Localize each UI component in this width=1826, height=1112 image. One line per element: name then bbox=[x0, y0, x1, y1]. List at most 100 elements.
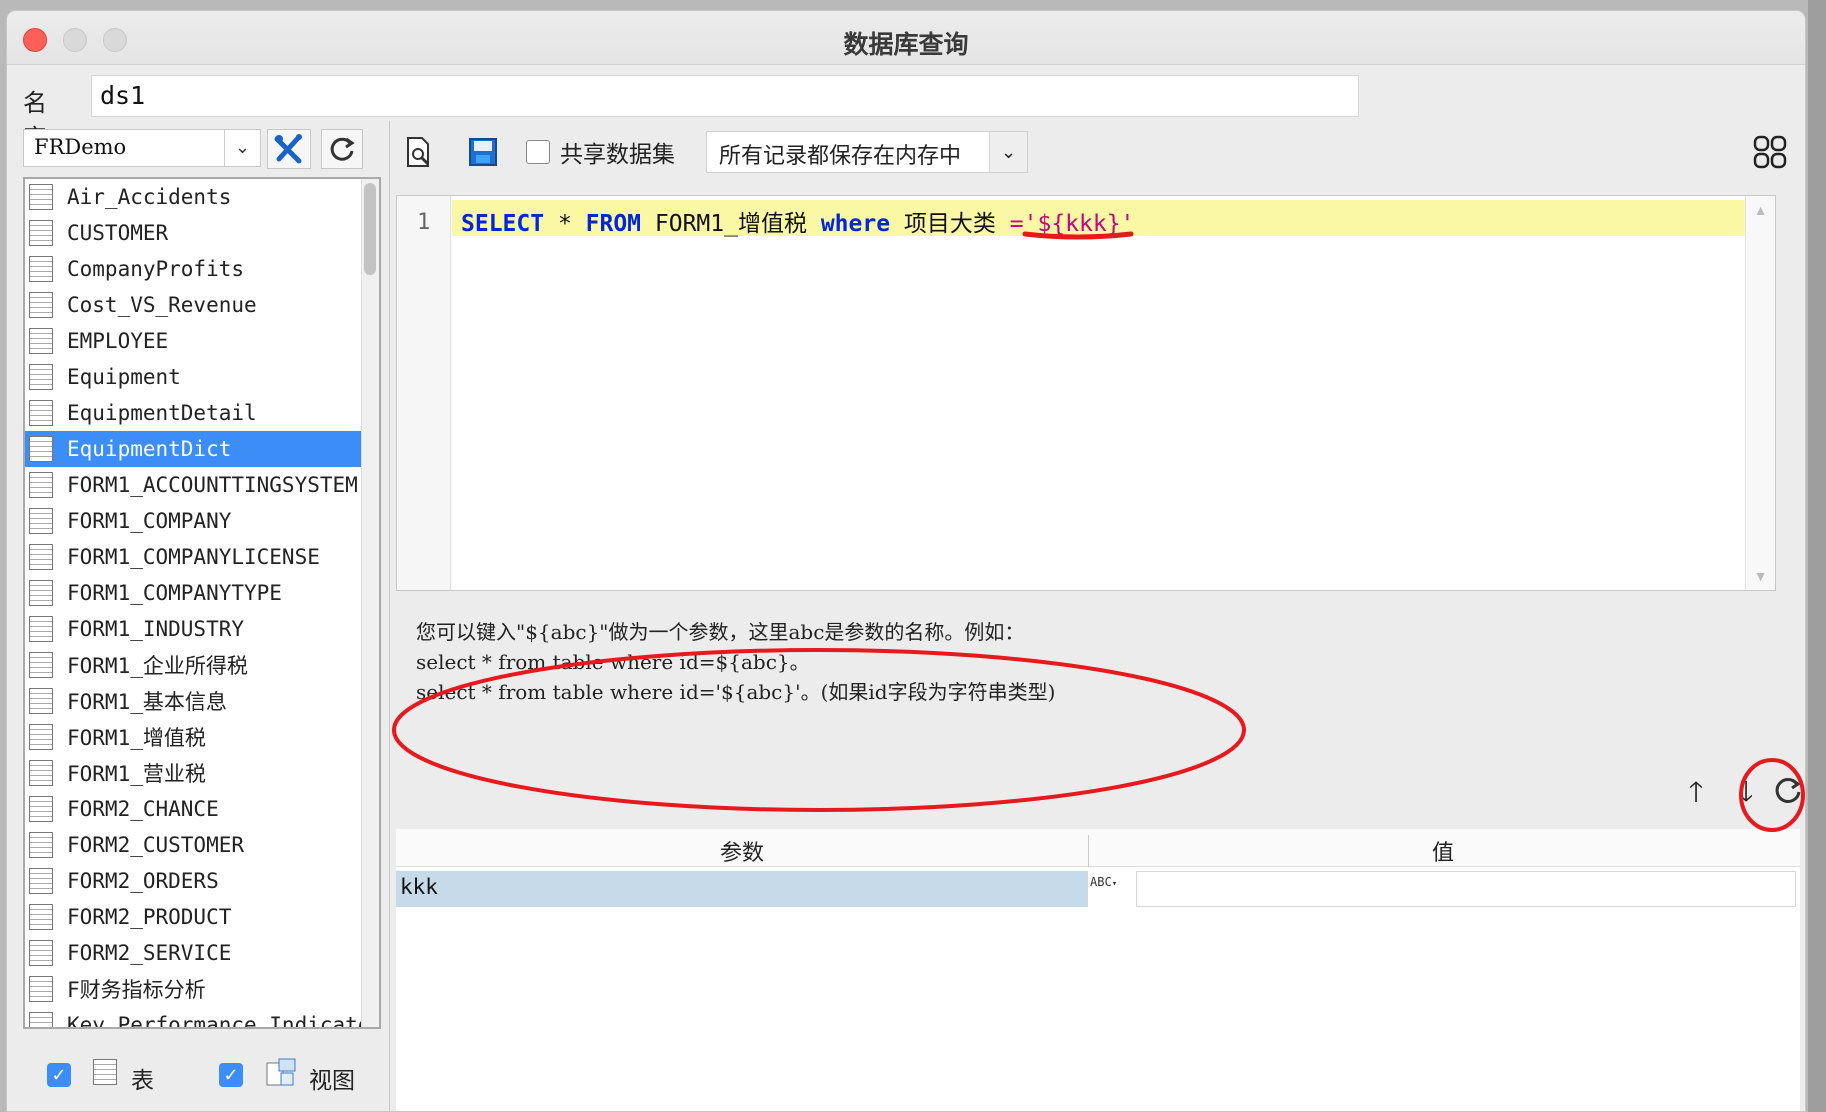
background-window-edge bbox=[1808, 0, 1826, 1112]
table-items: Air_Accidents CUSTOMER CompanyProfits Cost_… bbox=[25, 179, 363, 1027]
table-list-item[interactable]: F财务指标分析 bbox=[25, 971, 363, 1007]
table-name: CUSTOMER bbox=[67, 221, 169, 245]
move-up-button[interactable]: 🡑 bbox=[1678, 771, 1714, 811]
scroll-up-icon[interactable]: ▲ bbox=[1746, 202, 1775, 218]
value-column-header[interactable]: 值 bbox=[1090, 835, 1796, 867]
table-name: FORM2_PRODUCT bbox=[67, 905, 232, 929]
table-list-item[interactable]: EMPLOYEE bbox=[25, 323, 363, 359]
chevron-down-icon[interactable]: ⌄ bbox=[989, 132, 1027, 172]
param-type-selector[interactable]: ABC▾ bbox=[1090, 871, 1132, 907]
table-name: FORM2_CHANCE bbox=[67, 797, 219, 821]
table-name: FORM1_企业所得税 bbox=[67, 654, 248, 678]
scroll-down-icon[interactable]: ▼ bbox=[1746, 568, 1775, 584]
table-list-item[interactable]: FORM2_ORDERS bbox=[25, 863, 363, 899]
query-panel: 共享数据集 所有记录都保存在内存中 ⌄ 1 SELECT * FROM FORM… bbox=[389, 121, 1801, 1111]
share-dataset-checkbox[interactable]: 共享数据集 bbox=[526, 135, 675, 169]
connection-settings-button[interactable] bbox=[267, 129, 311, 169]
refresh-datasource-button[interactable] bbox=[321, 129, 363, 169]
table-list-item[interactable]: FORM2_CHANCE bbox=[25, 791, 363, 827]
column-divider[interactable] bbox=[1088, 835, 1089, 867]
param-value-input[interactable] bbox=[1136, 871, 1796, 907]
table-name: Cost_VS_Revenue bbox=[67, 293, 257, 317]
dataset-name-input[interactable]: ds1 bbox=[91, 75, 1359, 117]
table-list-item[interactable]: FORM1_营业税 bbox=[25, 755, 363, 791]
table-icon bbox=[29, 796, 53, 822]
table-list-item[interactable]: EquipmentDict bbox=[25, 431, 363, 467]
abc-type-icon: ABC bbox=[1090, 875, 1112, 889]
table-list-item[interactable]: Air_Accidents bbox=[25, 179, 363, 215]
table-list-item[interactable]: FORM1_企业所得税 bbox=[25, 647, 363, 683]
table-name: FORM1_COMPANY bbox=[67, 509, 232, 533]
preview-button[interactable] bbox=[400, 133, 438, 171]
sql-column: 项目大类 bbox=[890, 211, 1010, 237]
table-list-item[interactable]: FORM1_ACCOUNTTINGSYSTEM bbox=[25, 467, 363, 503]
save-query-button[interactable] bbox=[464, 133, 502, 171]
param-column-header[interactable]: 参数 bbox=[396, 835, 1088, 867]
table-list-item[interactable]: FORM2_PRODUCT bbox=[25, 899, 363, 935]
table-icon bbox=[93, 1059, 117, 1085]
arrow-up-icon: 🡑 bbox=[1688, 776, 1704, 807]
table-icon bbox=[29, 616, 53, 642]
refresh-icon bbox=[1775, 777, 1801, 803]
show-views-checkbox[interactable]: ✓ bbox=[219, 1063, 243, 1087]
table-icon bbox=[29, 652, 53, 678]
table-name: FORM1_COMPANYLICENSE bbox=[67, 545, 320, 569]
table-list-item[interactable]: Equipment bbox=[25, 359, 363, 395]
checkbox-box[interactable] bbox=[526, 140, 550, 164]
table-name: Equipment bbox=[67, 365, 181, 389]
layout-toggle-button[interactable] bbox=[1748, 133, 1792, 171]
table-name: Air_Accidents bbox=[67, 185, 232, 209]
show-tables-checkbox[interactable]: ✓ bbox=[47, 1063, 71, 1087]
table-name: CompanyProfits bbox=[67, 257, 245, 281]
filter-table-label: 表 bbox=[131, 1067, 154, 1093]
memory-mode-value: 所有记录都保存在内存中 bbox=[719, 143, 962, 168]
table-list-item[interactable]: Cost_VS_Revenue bbox=[25, 287, 363, 323]
editor-scrollbar[interactable]: ▲ ▼ bbox=[1745, 196, 1775, 590]
grid-icon bbox=[1753, 135, 1787, 169]
title-bar: 数据库查询 bbox=[7, 11, 1805, 65]
table-list-scrollbar[interactable] bbox=[361, 179, 379, 1027]
datasource-select[interactable]: FRDemo ⌄ bbox=[23, 129, 261, 167]
parameter-table-header: 参数 值 bbox=[396, 829, 1800, 867]
datasource-panel: FRDemo ⌄ Air_Accidents CUSTOMER CompanyPro… bbox=[15, 121, 381, 1111]
chevron-down-icon[interactable]: ⌄ bbox=[224, 130, 260, 166]
table-list-item[interactable]: Key_Performance_Indicator bbox=[25, 1007, 363, 1027]
move-down-button[interactable]: 🡓 bbox=[1728, 771, 1764, 811]
table-list-item[interactable]: FORM2_SERVICE bbox=[25, 935, 363, 971]
table-list-item[interactable]: FORM1_基本信息 bbox=[25, 683, 363, 719]
table-icon bbox=[29, 760, 53, 786]
hint-line-2: select * from table where id=${abc}。 bbox=[416, 650, 810, 674]
memory-mode-select[interactable]: 所有记录都保存在内存中 ⌄ bbox=[706, 131, 1028, 173]
table-list-item[interactable]: FORM1_COMPANYTYPE bbox=[25, 575, 363, 611]
sql-eq: = bbox=[1009, 211, 1024, 237]
scroll-thumb[interactable] bbox=[364, 183, 376, 275]
table-list-item[interactable]: CompanyProfits bbox=[25, 251, 363, 287]
table-list-item[interactable]: FORM2_CUSTOMER bbox=[25, 827, 363, 863]
table-list[interactable]: Air_Accidents CUSTOMER CompanyProfits Cost_… bbox=[23, 177, 381, 1029]
table-list-item[interactable]: CUSTOMER bbox=[25, 215, 363, 251]
table-icon bbox=[29, 724, 53, 750]
datasource-selected: FRDemo bbox=[34, 135, 127, 159]
table-name: FORM1_基本信息 bbox=[67, 690, 227, 714]
line-gutter: 1 bbox=[397, 196, 451, 590]
parameter-hint: 您可以键入"${abc}"做为一个参数，这里abc是参数的名称。例如： selec… bbox=[416, 617, 1055, 707]
filter-view-label: 视图 bbox=[309, 1067, 355, 1093]
sql-editor[interactable]: 1 SELECT * FROM FORM1_增值税 where 项目大类 ='$… bbox=[396, 195, 1776, 591]
sql-star: * bbox=[544, 211, 586, 237]
table-list-item[interactable]: FORM1_COMPANY bbox=[25, 503, 363, 539]
line-number: 1 bbox=[417, 210, 431, 235]
sql-code[interactable]: SELECT * FROM FORM1_增值税 where 项目大类 ='${k… bbox=[461, 204, 1134, 238]
refresh-params-button[interactable] bbox=[1770, 775, 1805, 815]
table-icon bbox=[29, 868, 53, 894]
table-list-item[interactable]: EquipmentDetail bbox=[25, 395, 363, 431]
table-icon bbox=[29, 688, 53, 714]
table-list-item[interactable]: FORM1_INDUSTRY bbox=[25, 611, 363, 647]
table-name: FORM1_营业税 bbox=[67, 762, 206, 786]
query-toolbar: 共享数据集 所有记录都保存在内存中 ⌄ bbox=[390, 121, 1799, 177]
tools-icon bbox=[274, 134, 302, 164]
table-list-item[interactable]: FORM1_COMPANYLICENSE bbox=[25, 539, 363, 575]
table-icon bbox=[29, 832, 53, 858]
table-name: EquipmentDetail bbox=[67, 401, 257, 425]
table-list-item[interactable]: FORM1_增值税 bbox=[25, 719, 363, 755]
param-name-cell[interactable]: kkk bbox=[396, 871, 1088, 907]
